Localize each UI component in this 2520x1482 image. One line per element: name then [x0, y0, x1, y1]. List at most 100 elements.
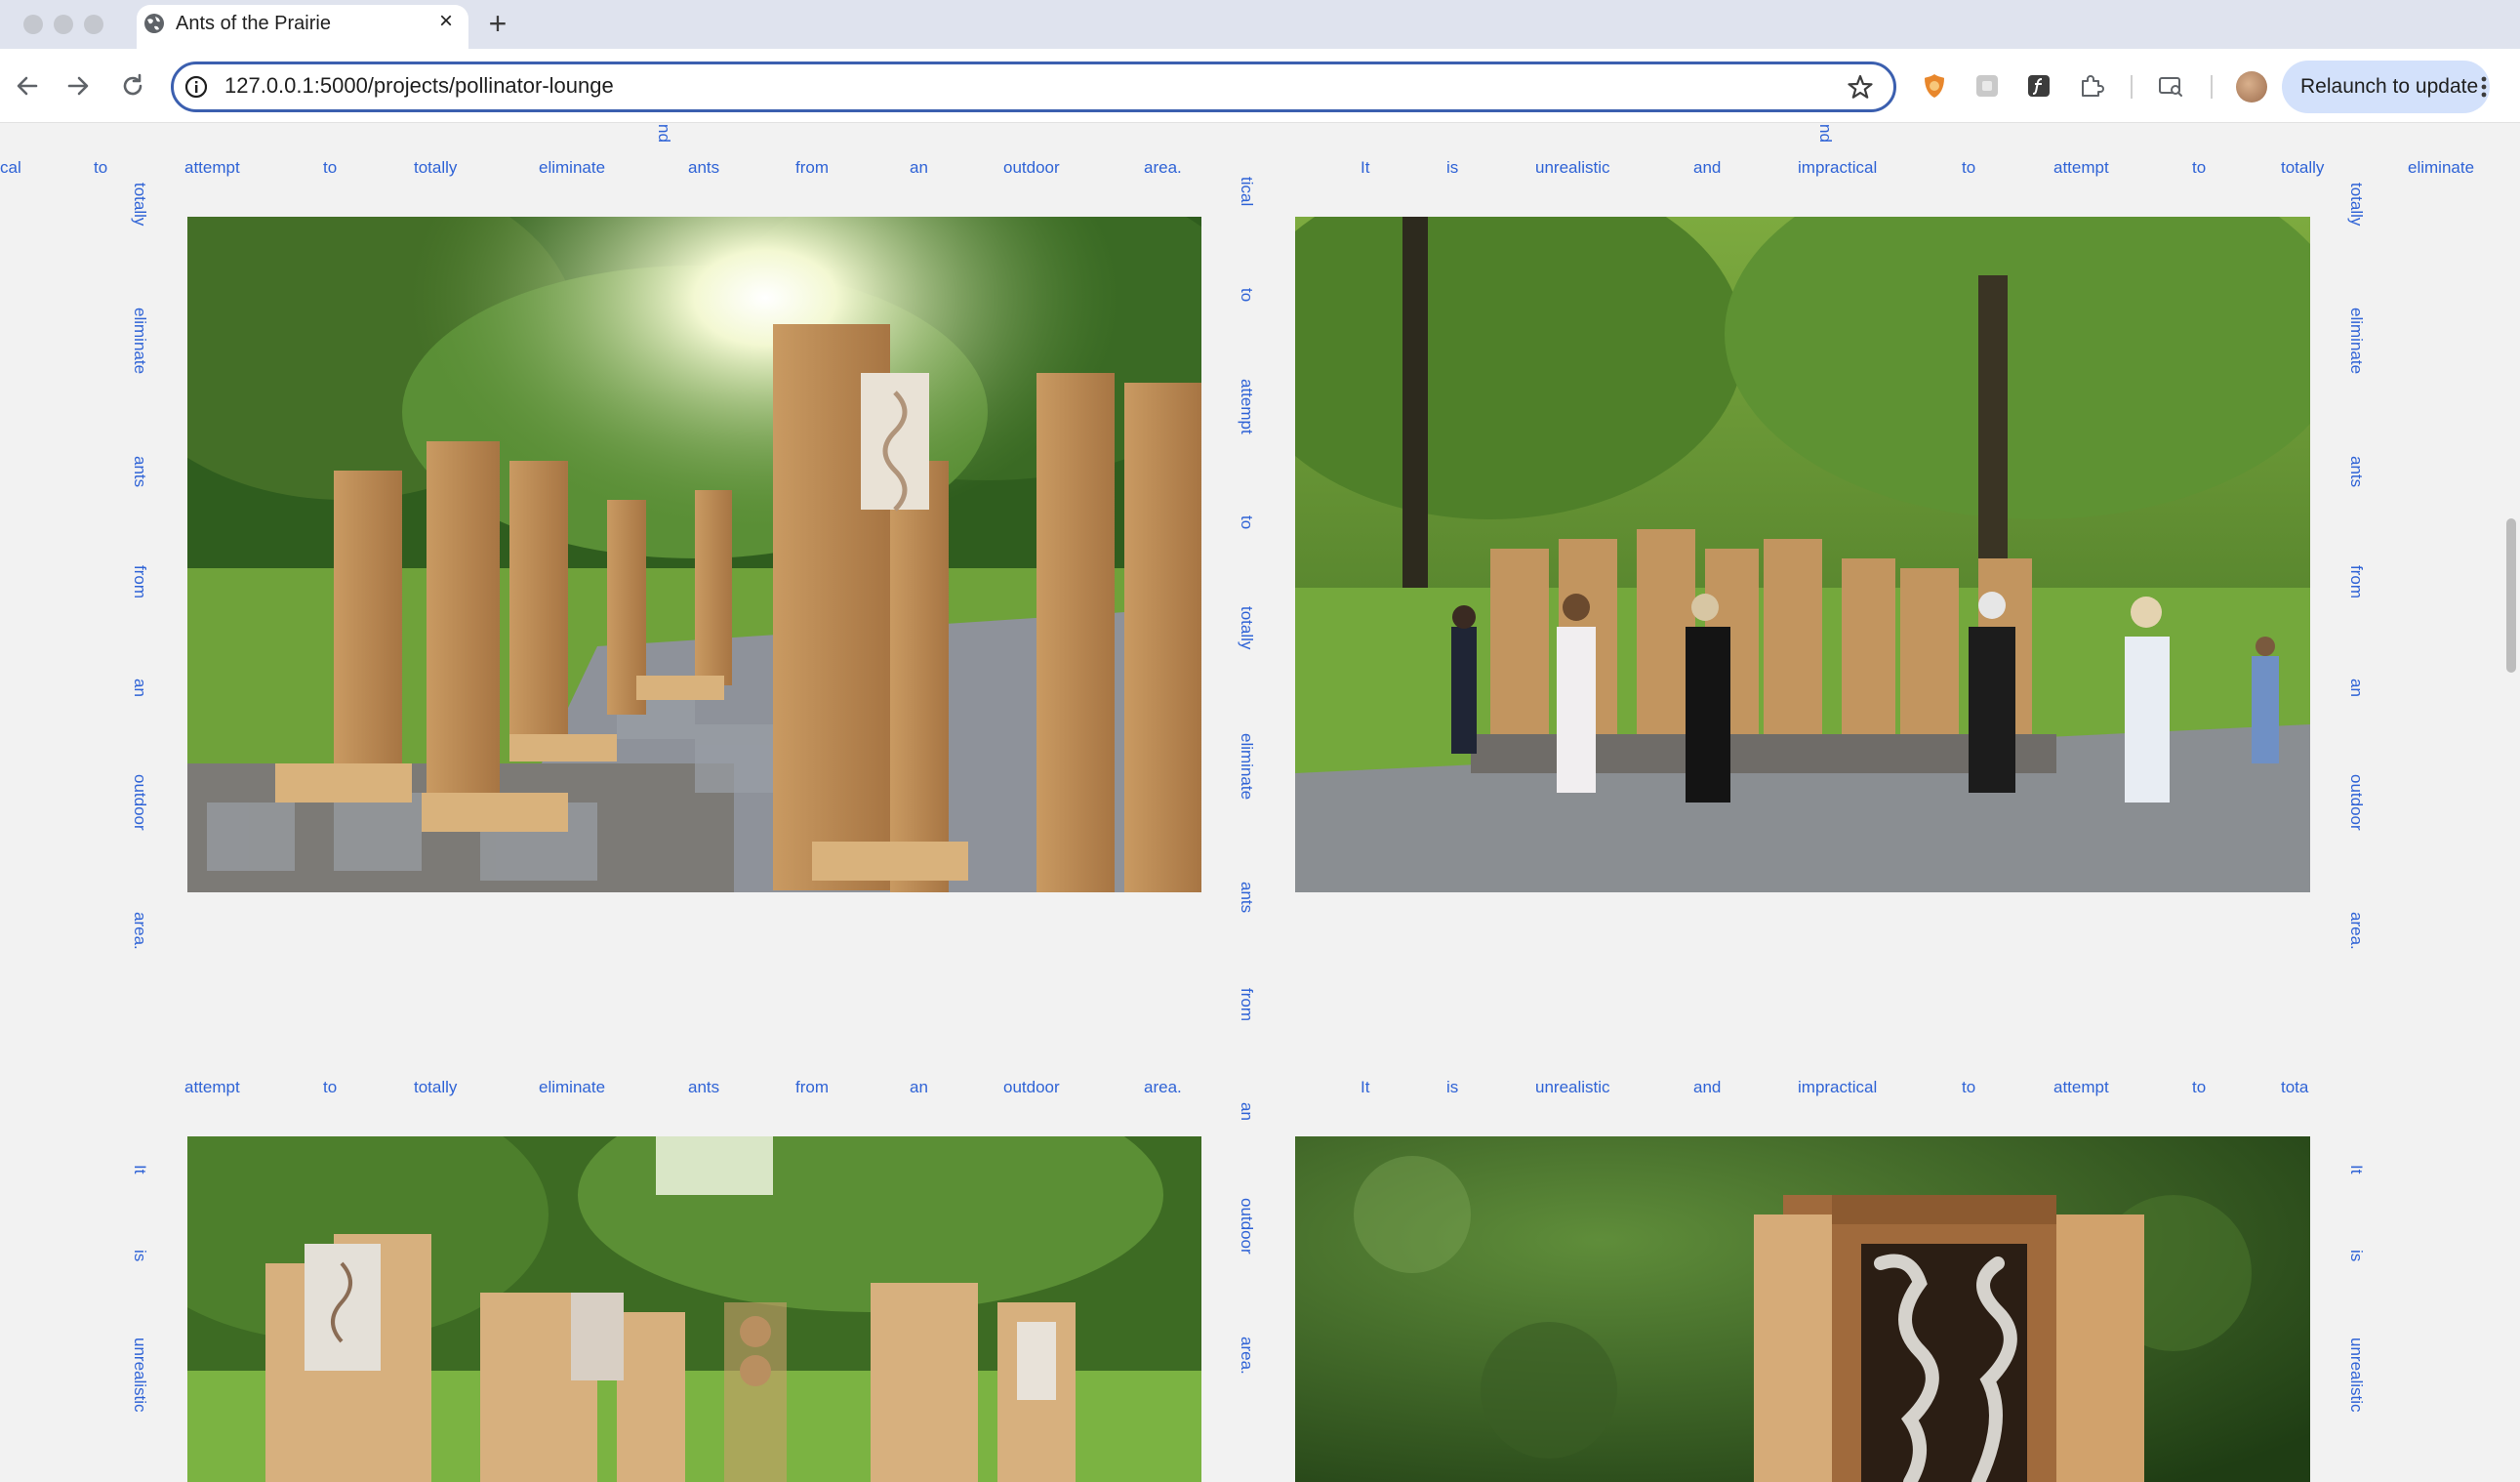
ribbon-word: to: [323, 158, 338, 177]
reload-icon[interactable]: [115, 68, 150, 103]
ribbon-word: area.: [1144, 1078, 1182, 1096]
column-word: is: [2347, 1250, 2366, 1262]
ribbon-word: to: [94, 158, 108, 177]
column-word: to: [1238, 515, 1256, 530]
ribbon-word: ants: [688, 158, 720, 177]
column-word: totally: [131, 183, 149, 226]
ribbon-word: to: [1962, 1078, 1976, 1096]
ribbon-word: attempt: [2053, 158, 2109, 177]
site-info-icon[interactable]: [183, 74, 209, 100]
ribbon-word: unrealistic: [1535, 158, 1610, 177]
column-word: totally: [2347, 183, 2366, 226]
column-word: outdoor: [2347, 774, 2366, 831]
window-minimize-button[interactable]: [54, 15, 73, 34]
ribbon-word: totally: [414, 158, 458, 177]
ribbon-word: attempt: [184, 158, 240, 177]
column-word: eliminate: [2347, 308, 2366, 375]
column-word: an: [131, 679, 149, 697]
page-content: nd nd cal to attempt to totally eliminat…: [0, 124, 2520, 1482]
column-word: area.: [2347, 912, 2366, 950]
column-word: is: [131, 1250, 149, 1262]
ribbon-word: is: [1446, 158, 1459, 177]
column-word: ants: [1238, 882, 1256, 914]
ribbon-word: outdoor: [1003, 1078, 1060, 1096]
column-word: to: [1238, 288, 1256, 303]
more-menu-icon[interactable]: [2479, 72, 2489, 102]
ribbon-word: attempt: [2053, 1078, 2109, 1096]
text-fragment: nd: [655, 124, 673, 143]
relaunch-label: Relaunch to update: [2300, 75, 2479, 98]
ribbon-word: totally: [2281, 158, 2325, 177]
project-photo[interactable]: [1295, 1136, 2310, 1482]
ribbon-word: an: [910, 158, 928, 177]
ribbon-word: impractical: [1798, 158, 1878, 177]
column-word: from: [2347, 565, 2366, 598]
ribbon-word: It: [1361, 1078, 1370, 1096]
column-word: ants: [2347, 456, 2366, 488]
column-word: ants: [131, 456, 149, 488]
column-word: eliminate: [131, 308, 149, 375]
new-tab-icon[interactable]: +: [483, 7, 512, 40]
globe-icon: [144, 14, 164, 33]
ribbon-word: an: [910, 1078, 928, 1096]
column-word: area.: [1238, 1337, 1256, 1375]
column-word: an: [1238, 1102, 1256, 1121]
ribbon-word: area.: [1144, 158, 1182, 177]
toolbar-divider: [2211, 75, 2213, 99]
ribbon-word: is: [1446, 1078, 1459, 1096]
column-word: unrealistic: [131, 1338, 149, 1413]
ribbon-word: tota: [2281, 1078, 2309, 1096]
project-photo[interactable]: [187, 1136, 1201, 1482]
toolbar-divider: [2131, 75, 2133, 99]
ribbon-word: to: [2192, 158, 2207, 177]
window-zoom-button[interactable]: [84, 15, 103, 34]
ribbon-word: to: [2192, 1078, 2207, 1096]
ribbon-word: eliminate: [539, 1078, 606, 1096]
bookmark-star-icon[interactable]: [1846, 72, 1875, 102]
ribbon-word: cal: [0, 158, 21, 177]
profile-avatar[interactable]: [2236, 71, 2267, 103]
ribbon-word: unrealistic: [1535, 1078, 1610, 1096]
font-extension-icon[interactable]: [2024, 71, 2053, 101]
grey-extension-icon[interactable]: [1972, 71, 2002, 101]
ribbon-word: eliminate: [2408, 158, 2475, 177]
column-word: It: [131, 1165, 149, 1174]
forward-arrow-icon[interactable]: [61, 68, 96, 103]
ribbon-word: eliminate: [539, 158, 606, 177]
tab-title: Ants of the Prairie: [176, 13, 331, 34]
column-word: from: [1238, 988, 1256, 1021]
ribbon-word: impractical: [1798, 1078, 1878, 1096]
column-word: tical: [1238, 177, 1256, 207]
extensions-puzzle-icon[interactable]: [2077, 71, 2106, 101]
column-word: eliminate: [1238, 733, 1256, 801]
ribbon-word: ants: [688, 1078, 720, 1096]
ribbon-word: and: [1693, 158, 1722, 177]
project-photo[interactable]: [187, 217, 1201, 892]
column-word: area.: [131, 912, 149, 950]
project-photo[interactable]: [1295, 217, 2310, 892]
back-arrow-icon[interactable]: [10, 68, 45, 103]
ribbon-word: from: [795, 158, 829, 177]
page-scrollbar[interactable]: [2506, 518, 2516, 673]
column-word: totally: [1238, 606, 1256, 650]
tab-close-icon[interactable]: ×: [433, 9, 459, 34]
column-word: It: [2347, 1165, 2366, 1174]
column-word: outdoor: [131, 774, 149, 831]
ribbon-word: outdoor: [1003, 158, 1060, 177]
column-word: unrealistic: [2347, 1338, 2366, 1413]
ribbon-word: to: [323, 1078, 338, 1096]
column-word: attempt: [1238, 379, 1256, 434]
column-word: an: [2347, 679, 2366, 697]
shield-extension-icon[interactable]: [1920, 71, 1949, 101]
ribbon-word: attempt: [184, 1078, 240, 1096]
tab-search-icon[interactable]: [2156, 71, 2185, 101]
column-word: from: [131, 565, 149, 598]
address-url[interactable]: 127.0.0.1:5000/projects/pollinator-loung…: [224, 73, 614, 99]
column-word: outdoor: [1238, 1198, 1256, 1255]
window-close-button[interactable]: [23, 15, 43, 34]
text-fragment: nd: [1816, 124, 1835, 143]
ribbon-word: and: [1693, 1078, 1722, 1096]
ribbon-word: It: [1361, 158, 1370, 177]
ribbon-word: totally: [414, 1078, 458, 1096]
ribbon-word: from: [795, 1078, 829, 1096]
